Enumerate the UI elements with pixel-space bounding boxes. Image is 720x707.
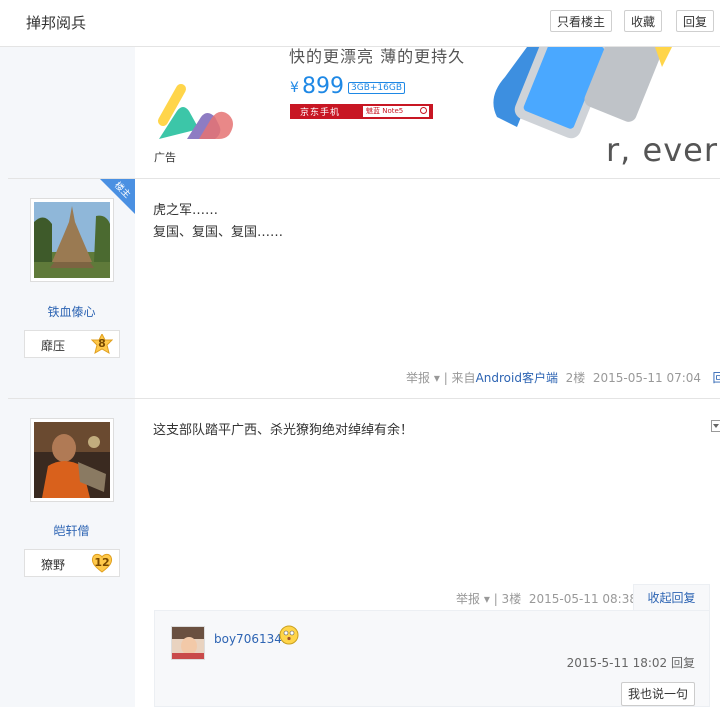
only-op-button[interactable]: 只看楼主 xyxy=(550,10,613,32)
ad-tagline: r, ever xyxy=(606,131,718,169)
post-menu-toggle[interactable] xyxy=(711,420,720,432)
post-line: 虎之军…… xyxy=(153,203,219,218)
report-link[interactable]: 举报 xyxy=(406,371,430,385)
thread-title: 掸邦阅兵 xyxy=(26,14,87,32)
ad-banner[interactable]: 快的更漂亮 薄的更持久 ¥ 899 3GB+16GB 京东手机 魅蓝 Note5… xyxy=(135,47,720,178)
ad-side-column xyxy=(8,47,135,178)
ad-store-name: 京东手机 xyxy=(300,108,341,118)
comment-avatar[interactable] xyxy=(171,626,205,660)
post-line: 复国、复国、复国…… xyxy=(153,225,284,240)
monk-image xyxy=(34,422,110,498)
ad-store-search[interactable]: 京东手机 魅蓝 Note5 xyxy=(290,104,433,119)
post-reply-link[interactable]: 回复 xyxy=(712,371,720,385)
thread-header: 掸邦阅兵 只看楼主 收藏 回复 xyxy=(0,0,720,47)
level-number: 12 xyxy=(94,556,110,569)
left-gutter xyxy=(0,0,8,707)
ad-search-text: 魅蓝 Note5 xyxy=(366,107,404,115)
ad-slogan: 快的更漂亮 薄的更持久 xyxy=(289,47,466,66)
rank-title: 獠野 xyxy=(41,558,66,572)
level-number: 8 xyxy=(98,337,106,350)
source-prefix: | 来自 xyxy=(443,371,476,385)
report-link[interactable]: 举报 xyxy=(456,592,480,606)
user-rank: 靡压 8 xyxy=(24,330,120,358)
comment-reply-link[interactable]: 回复 xyxy=(671,656,695,670)
floor-number: | 3楼 xyxy=(493,592,522,606)
collapse-replies-button[interactable]: 收起回复 xyxy=(633,584,710,611)
post-meta: 举报 ▾ | 来自Android客户端 2楼 2015-05-11 07:04 … xyxy=(406,369,720,386)
post-time: 2015-05-11 08:38 xyxy=(528,592,637,606)
ad-price-symbol: ¥ xyxy=(290,80,299,96)
comment-meta: 2015-5-11 18:02 回复 xyxy=(567,654,695,671)
chevron-down-icon[interactable]: ▾ xyxy=(484,592,490,606)
reply-button[interactable]: 回复 xyxy=(676,10,715,32)
rank-title: 靡压 xyxy=(41,339,66,353)
ad-price: 899 xyxy=(302,74,344,99)
user-rank: 獠野 12 xyxy=(24,549,120,577)
chevron-down-icon[interactable]: ▾ xyxy=(434,371,440,385)
post-time: 2015-05-11 07:04 xyxy=(592,371,702,385)
comment-username[interactable]: boy706134: xyxy=(214,632,286,646)
post-content: 虎之军…… 复国、复国、复国…… xyxy=(153,200,283,244)
phone-image xyxy=(493,47,672,139)
post-line: 这支部队踏平广西、杀光獠狗绝对绰绰有余！ xyxy=(153,423,414,438)
post-meta: 举报 ▾ | 3楼 2015-05-11 08:38 xyxy=(456,590,637,607)
op-corner-badge: 楼主 xyxy=(100,179,135,214)
write-comment-button[interactable]: 我也说一句 xyxy=(621,682,695,706)
level-badge: 8 xyxy=(90,332,114,357)
post-username[interactable]: 皑轩僧 xyxy=(8,522,135,539)
favorite-button[interactable]: 收藏 xyxy=(624,10,663,32)
source-link[interactable]: Android客户端 xyxy=(476,371,558,385)
comment-box: boy706134: 2015-5-11 18:02 回复 我也说一句 xyxy=(154,610,710,707)
post-author-panel: 皑轩僧 獠野 12 xyxy=(8,399,135,707)
search-icon xyxy=(420,107,427,114)
comment-time: 2015-5-11 18:02 xyxy=(566,656,668,670)
comment-avatar-image xyxy=(172,627,204,659)
pagoda-image xyxy=(34,202,110,278)
emoji-icon xyxy=(279,625,299,645)
avatar[interactable] xyxy=(30,418,114,502)
post-content: 这支部队踏平广西、杀光獠狗绝对绰绰有余！ xyxy=(153,420,413,442)
floor-number: 2楼 xyxy=(565,371,586,385)
level-badge: 12 xyxy=(91,553,113,576)
ad-search-box: 魅蓝 Note5 xyxy=(363,106,429,117)
ad-spec-badge: 3GB+16GB xyxy=(348,82,406,94)
ad-label: 广告 xyxy=(154,151,176,164)
meizu-logo-icon xyxy=(158,84,233,139)
post-username[interactable]: 铁血傣心 xyxy=(8,303,135,320)
